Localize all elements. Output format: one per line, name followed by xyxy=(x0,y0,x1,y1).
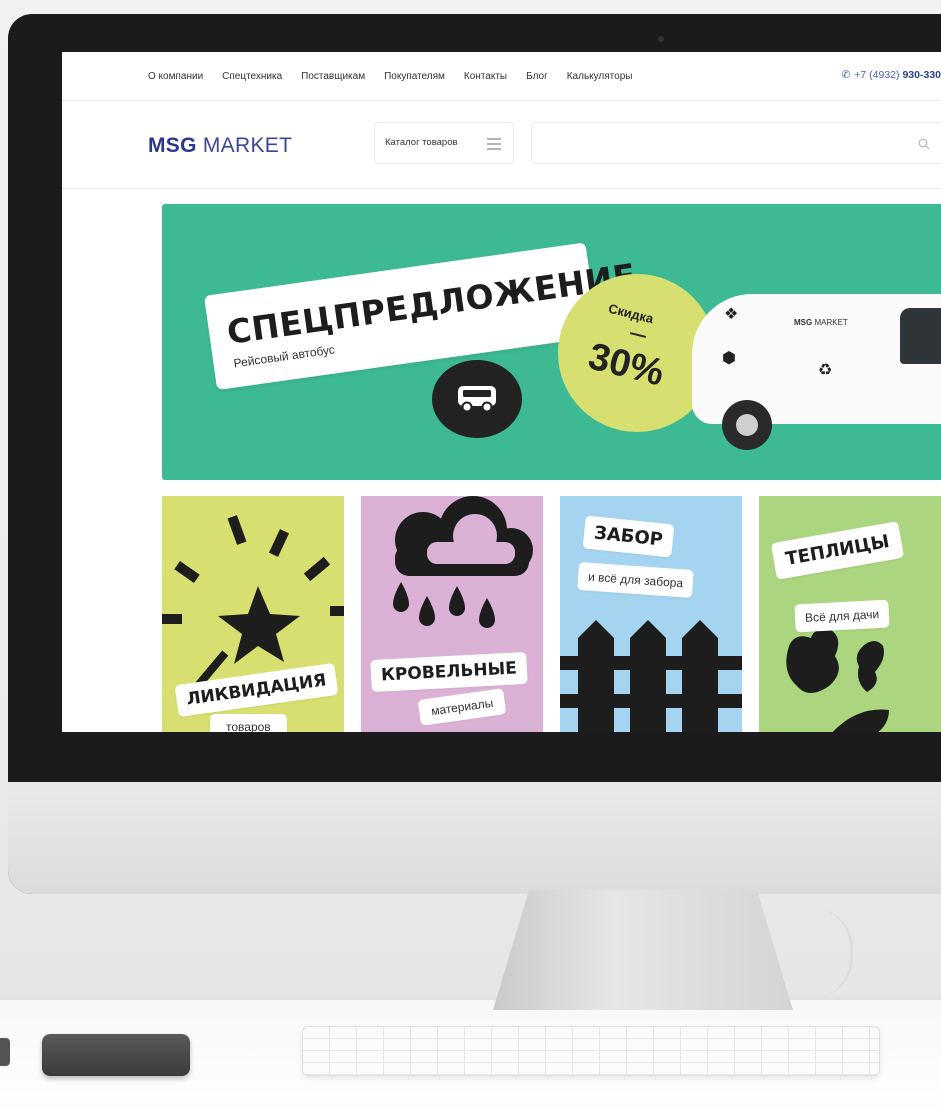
tile-liquidation[interactable]: ЛИКВИДАЦИЯ товаров xyxy=(162,496,344,732)
hero-title-card: СПЕЦПРЕДЛОЖЕНИЕ Рейсовый автобус xyxy=(204,242,638,391)
tile-roofing-subtitle: материалы xyxy=(430,695,495,719)
bus-icon-badge xyxy=(432,360,522,438)
nav-link-suppliers[interactable]: Поставщикам xyxy=(301,71,365,82)
tile-greenhouses[interactable]: ТЕПЛИЦЫ Всё для дачи xyxy=(759,496,941,732)
bus-icon xyxy=(458,386,496,413)
catalog-label: Каталог товаров xyxy=(385,137,458,148)
tile-roofing-title: КРОВЕЛЬНЫЕ xyxy=(380,658,518,686)
catalog-button[interactable]: Каталог товаров xyxy=(374,122,514,164)
nav-link-customers[interactable]: Покупателям xyxy=(384,71,445,82)
site-header: MSG MARKET Каталог товаров xyxy=(62,100,941,189)
van-window xyxy=(900,308,941,364)
top-navigation: О компании Спецтехника Поставщикам Покуп… xyxy=(62,52,941,101)
hamburger-menu-icon xyxy=(487,138,501,153)
keyboard xyxy=(302,1026,880,1076)
tile-fence-subtitle: и всё для забора xyxy=(587,569,684,591)
box-icon: ❖ xyxy=(724,306,739,323)
search-box xyxy=(531,122,941,164)
logo-light: MARKET xyxy=(202,134,293,157)
fence-icon xyxy=(560,620,742,732)
hero-banner[interactable]: СПЕЦПРЕДЛОЖЕНИЕ Рейсовый автобус Скидка … xyxy=(162,204,941,480)
phone-number[interactable]: ✆ +7 (4932) 930-330 xyxy=(841,69,941,81)
logo-bold: MSG xyxy=(148,134,197,157)
nav-links: О компании Спецтехника Поставщикам Покуп… xyxy=(148,71,632,82)
phone-icon: ✆ xyxy=(841,69,851,81)
smartphone xyxy=(42,1034,190,1076)
camera-dot xyxy=(658,36,664,42)
nav-link-calculators[interactable]: Калькуляторы xyxy=(567,71,633,82)
search-input[interactable] xyxy=(542,133,906,155)
recycle-icon: ♻ xyxy=(818,362,833,379)
tile-greenhouses-subtitle: Всё для дачи xyxy=(804,607,880,625)
search-icon[interactable] xyxy=(918,137,930,155)
discount-label: Скидка xyxy=(606,300,656,327)
discount-dash xyxy=(629,332,647,338)
van-logo: MSG MARKET xyxy=(794,318,848,327)
nav-link-blog[interactable]: Блог xyxy=(526,71,548,82)
monitor-chin xyxy=(8,782,941,894)
nav-link-contacts[interactable]: Контакты xyxy=(464,71,507,82)
nav-link-special-equipment[interactable]: Спецтехника xyxy=(222,71,282,82)
object-left-edge xyxy=(0,1038,10,1066)
van-wheel-front xyxy=(722,400,772,450)
package-icon: ⬢ xyxy=(722,350,736,367)
tile-liquidation-subtitle: товаров xyxy=(226,720,271,732)
monitor-stand xyxy=(493,890,793,1010)
phone-main: 930-330 xyxy=(902,69,941,81)
phone-prefix: +7 (4932) xyxy=(854,69,900,81)
van-image: MSG MARKET ❖ ⬢ ♻ xyxy=(682,284,941,460)
nav-link-about[interactable]: О компании xyxy=(148,71,203,82)
tile-liquidation-subtitle-card: товаров xyxy=(210,714,287,732)
discount-value: 30% xyxy=(584,335,669,395)
tile-fence-title: ЗАБОР xyxy=(593,522,664,551)
site-logo[interactable]: MSG MARKET xyxy=(148,134,292,158)
website-screen: О компании Спецтехника Поставщикам Покуп… xyxy=(62,52,941,732)
desk-edge xyxy=(0,996,941,1000)
tile-roofing[interactable]: КРОВЕЛЬНЫЕ материалы xyxy=(361,496,543,732)
tile-fence[interactable]: ЗАБОР и всё для забора xyxy=(560,496,742,732)
tile-greenhouses-subtitle-card: Всё для дачи xyxy=(794,599,890,633)
